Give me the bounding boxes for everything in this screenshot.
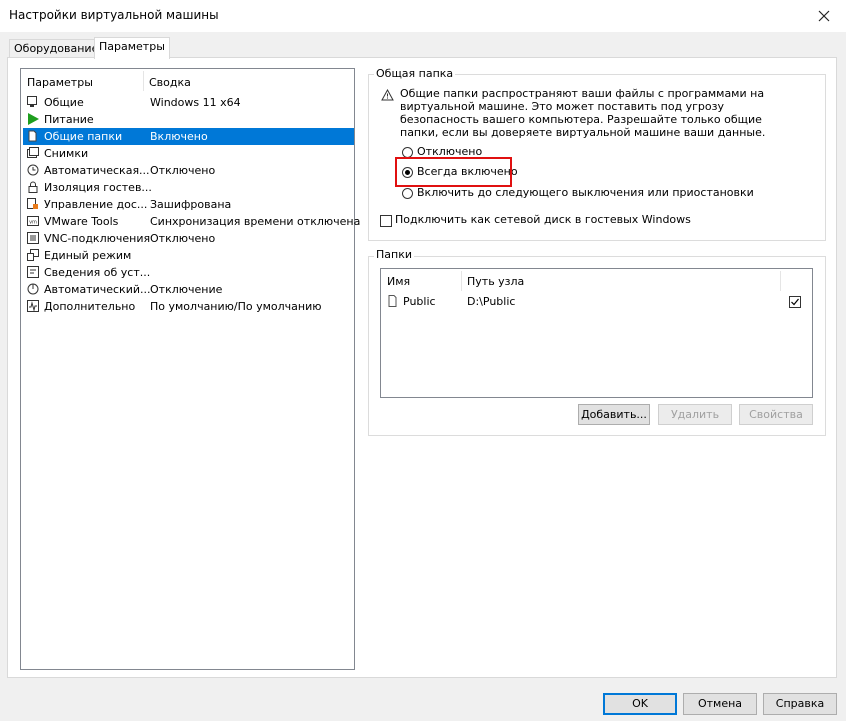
unity-icon [27, 249, 39, 261]
map-network-drive-label[interactable]: Подключить как сетевой диск в гостевых W… [395, 213, 691, 226]
folder-enabled-checkbox[interactable] [789, 296, 801, 308]
help-button[interactable]: Справка [763, 693, 837, 715]
list-item-general[interactable]: Общие Windows 11 x64 [23, 94, 354, 111]
annotation-highlight-box [395, 157, 512, 187]
list-item-device-info[interactable]: Сведения об уст... [23, 264, 354, 281]
window-title: Настройки виртуальной машины [9, 8, 219, 22]
list-item-auto-start[interactable]: Автоматический... Отключение [23, 281, 354, 298]
monitor-icon [27, 96, 37, 107]
add-folder-button[interactable]: Добавить... [578, 404, 650, 425]
list-item-vmware-tools[interactable]: vm VMware Tools Синхронизация времени от… [23, 213, 360, 230]
column-header-summary[interactable]: Сводка [149, 75, 191, 91]
access-control-icon [27, 198, 38, 209]
column-header-host-path[interactable]: Путь узла [467, 275, 524, 288]
svg-text:vm: vm [29, 220, 37, 226]
list-item-autoprotect[interactable]: Автоматическая... Отключено [23, 162, 354, 179]
cancel-button[interactable]: Отмена [683, 693, 757, 715]
list-item-access-control[interactable]: Управление дос... Зашифрована [23, 196, 354, 213]
warning-triangle-icon [381, 89, 394, 101]
shared-folder-warning: Общие папки распространяют ваши файлы с … [400, 87, 766, 139]
header-separator [143, 71, 144, 91]
radio-until-poweroff[interactable] [402, 188, 413, 199]
tab-hardware[interactable]: Оборудование [9, 39, 104, 58]
folder-properties-button[interactable]: Свойства [739, 404, 813, 425]
power-play-icon [28, 113, 39, 125]
vm-icon: vm [27, 216, 39, 226]
map-network-drive-checkbox[interactable] [380, 215, 392, 227]
list-item-unity[interactable]: Единый режим [23, 247, 354, 264]
close-icon [818, 10, 830, 22]
options-list[interactable]: Параметры Сводка Общие Windows 11 x64 Пи… [20, 68, 360, 670]
list-item-vnc[interactable]: VNC-подключения Отключено [23, 230, 354, 247]
shared-folder-icon [28, 130, 37, 142]
snapshot-icon [27, 147, 39, 158]
shared-folder-icon [388, 295, 397, 307]
title-bar: Настройки виртуальной машины [0, 0, 846, 32]
header-separator [461, 271, 462, 291]
column-header-options[interactable]: Параметры [27, 75, 93, 91]
ok-button[interactable]: OK [603, 693, 677, 715]
folder-path: D:\Public [467, 295, 516, 308]
list-item-snapshots[interactable]: Снимки [23, 145, 354, 162]
list-item-advanced[interactable]: Дополнительно По умолчанию/По умолчанию [23, 298, 354, 315]
tab-options[interactable]: Параметры [94, 37, 170, 59]
lock-icon [28, 181, 38, 193]
header-separator [780, 271, 781, 291]
clock-icon [27, 164, 39, 176]
advanced-icon [27, 300, 39, 312]
remove-folder-button[interactable]: Удалить [658, 404, 732, 425]
close-button[interactable] [814, 6, 834, 26]
list-item-power[interactable]: Питание [23, 111, 354, 128]
folder-name: Public [403, 295, 436, 308]
list-item-shared-folders[interactable]: Общие папки Включено [23, 128, 354, 145]
info-icon [27, 266, 39, 278]
folders-group-label: Папки [374, 248, 414, 261]
autoprotect-icon [27, 283, 39, 295]
radio-until-poweroff-label[interactable]: Включить до следующего выключения или пр… [417, 186, 754, 199]
checkmark-icon [791, 298, 799, 306]
folders-list[interactable]: Имя Путь узла Public D:\Public [380, 268, 813, 398]
column-header-name[interactable]: Имя [387, 275, 410, 288]
table-row[interactable]: Public D:\Public [383, 293, 810, 310]
vnc-icon [27, 232, 39, 244]
shared-folder-group-label: Общая папка [374, 67, 456, 80]
list-item-guest-isolation[interactable]: Изоляция гостев... [23, 179, 354, 196]
